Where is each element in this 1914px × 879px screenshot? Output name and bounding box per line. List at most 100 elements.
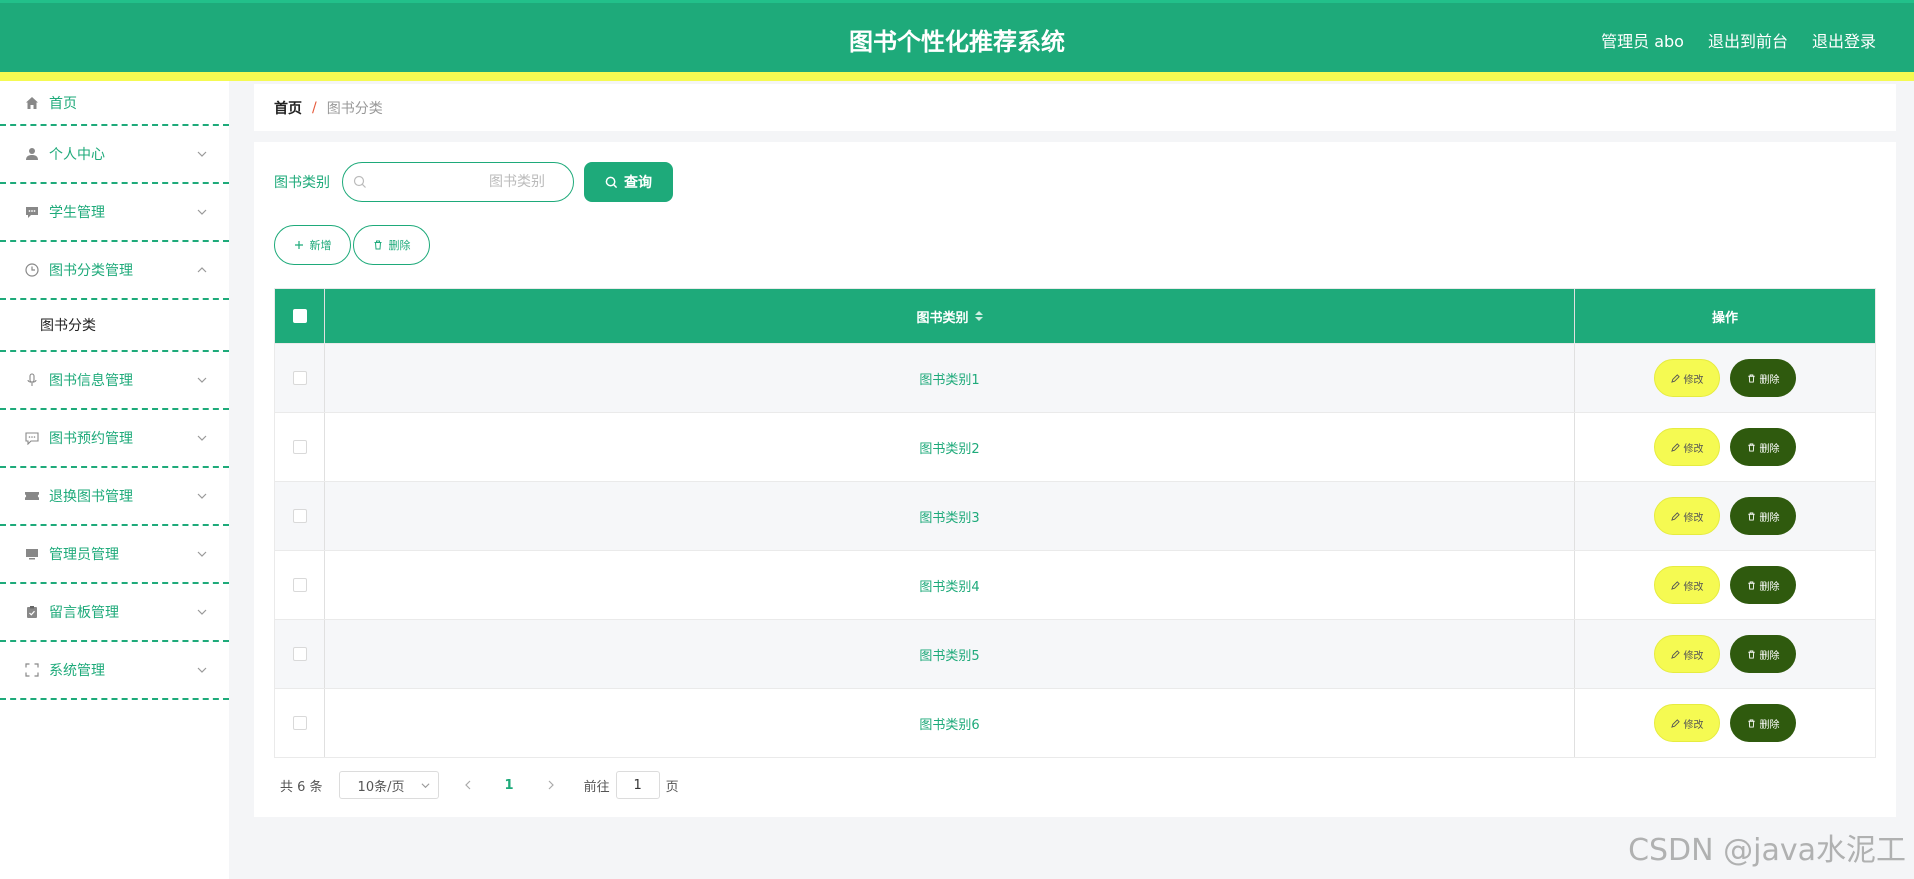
category-cell: 图书类别4 [325,551,1575,619]
sidebar-item-profile[interactable]: 个人中心 [0,126,229,184]
edit-button[interactable]: 修改 [1654,566,1720,604]
edit-button[interactable]: 修改 [1654,704,1720,742]
clock-icon [24,262,40,278]
sidebar-item-label: 学生管理 [49,205,105,221]
goto-prefix: 前往 [583,779,610,795]
edit-icon [1670,649,1680,659]
home-icon [24,95,40,111]
category-cell: 图书类别1 [325,344,1575,412]
sidebar-item-system-management[interactable]: 系统管理 [0,642,229,700]
row-check-cell [275,482,325,550]
sidebar-item-label: 个人中心 [49,147,105,163]
mic-icon [24,372,40,388]
breadcrumb-home[interactable]: 首页 [274,98,302,118]
logout-link[interactable]: 退出登录 [1812,28,1876,52]
chevron-down-icon [197,151,207,157]
select-all-cell [275,289,325,343]
delete-button[interactable]: 删除 [1730,566,1796,604]
monitor-icon [24,546,40,562]
edit-button-label: 修改 [1683,719,1704,731]
delete-button[interactable]: 删除 [1730,428,1796,466]
edit-button-label: 修改 [1683,512,1704,524]
delete-button[interactable]: 删除 [1730,635,1796,673]
exit-to-front-link[interactable]: 退出到前台 [1708,28,1788,52]
sidebar-item-book-reservation-management[interactable]: 图书预约管理 [0,410,229,468]
query-button[interactable]: 查询 [584,162,673,202]
trash-icon [1747,649,1755,659]
sidebar-item-admin-management[interactable]: 管理员管理 [0,526,229,584]
delete-button[interactable]: 删除 [1730,359,1796,397]
delete-button-label: 删除 [1759,719,1780,731]
sidebar-item-label: 图书预约管理 [49,431,133,447]
goto-suffix: 页 [665,779,679,795]
edit-button[interactable]: 修改 [1654,359,1720,397]
sidebar-item-message-board-management[interactable]: 留言板管理 [0,584,229,642]
row-checkbox[interactable] [292,509,307,523]
ops-cell: 修改 删除 [1575,413,1875,481]
action-bar: 新增 删除 [274,225,430,265]
sort-icon[interactable] [974,311,983,321]
column-header-ops: 操作 [1711,310,1738,326]
chevron-down-icon [197,667,207,673]
ops-cell: 修改 删除 [1575,482,1875,550]
trash-icon [374,240,381,250]
delete-button[interactable]: 删除 [1730,497,1796,535]
row-check-cell [275,344,325,412]
row-checkbox[interactable] [292,647,307,661]
header-nav: 管理员 abo 退出到前台 退出登录 [1601,28,1876,52]
category-cell: 图书类别2 [325,413,1575,481]
sidebar-item-label: 系统管理 [49,663,105,679]
trash-icon [1747,442,1755,452]
category-cell: 图书类别3 [325,482,1575,550]
message-icon [24,430,40,446]
pagination-total: 共 6 条 [280,779,323,795]
trash-icon [1747,718,1755,728]
sidebar-item-label: 图书信息管理 [49,373,133,389]
trash-icon [1747,580,1755,590]
sidebar-item-home[interactable]: 首页 [0,81,229,126]
row-checkbox[interactable] [292,578,307,592]
edit-button[interactable]: 修改 [1654,635,1720,673]
page-number-current[interactable]: 1 [505,778,514,793]
row-checkbox[interactable] [292,371,307,385]
page-size-select[interactable]: 10条/页 [338,771,439,799]
goto-page-input[interactable] [615,771,660,799]
sidebar: 首页 个人中心 学生管理 图书分类管理 图书分类 图书信息管理 图书预约管理 退… [0,81,229,879]
row-checkbox[interactable] [292,440,307,454]
select-all-checkbox[interactable] [292,309,307,323]
sidebar-item-book-info-management[interactable]: 图书信息管理 [0,352,229,410]
row-checkbox[interactable] [292,716,307,730]
prev-page-icon[interactable] [463,780,473,790]
search-input[interactable] [343,163,573,201]
chevron-down-icon [197,209,207,215]
sidebar-item-students[interactable]: 学生管理 [0,184,229,242]
ops-cell: 修改 删除 [1575,689,1875,757]
edit-button-label: 修改 [1683,374,1704,386]
edit-button[interactable]: 修改 [1654,497,1720,535]
pagination: 共 6 条 10条/页 1 前往 页 [274,770,679,800]
search-label: 图书类别 [274,175,330,191]
search-field [342,162,574,202]
plus-icon [294,241,303,249]
sidebar-item-return-exchange-management[interactable]: 退换图书管理 [0,468,229,526]
delete-button-label: 删除 [1759,581,1780,593]
search-icon [353,175,366,188]
row-check-cell [275,413,325,481]
next-page-icon[interactable] [546,780,556,790]
edit-button[interactable]: 修改 [1654,428,1720,466]
batch-delete-button[interactable]: 删除 [353,225,430,265]
chevron-up-icon [197,267,207,273]
user-icon [24,146,40,162]
watermark: CSDN @java水泥工 [1628,833,1906,868]
column-header-category[interactable]: 图书类别 [325,289,1575,343]
add-button[interactable]: 新增 [274,225,351,265]
delete-button[interactable]: 删除 [1730,704,1796,742]
table-row: 图书类别6 修改 删除 [275,688,1875,757]
ops-cell: 修改 删除 [1575,551,1875,619]
chevron-down-icon [421,783,430,789]
ops-cell: 修改 删除 [1575,344,1875,412]
sidebar-item-book-category-management[interactable]: 图书分类管理 [0,242,229,300]
table-body: 图书类别1 修改 删除 图书类别2 修改 删除 图书类别3 修改 删除 图书类别4 修改 删除 图书类别… [275,343,1875,757]
edit-icon [1670,442,1680,452]
sidebar-subitem-book-category[interactable]: 图书分类 [0,300,229,352]
